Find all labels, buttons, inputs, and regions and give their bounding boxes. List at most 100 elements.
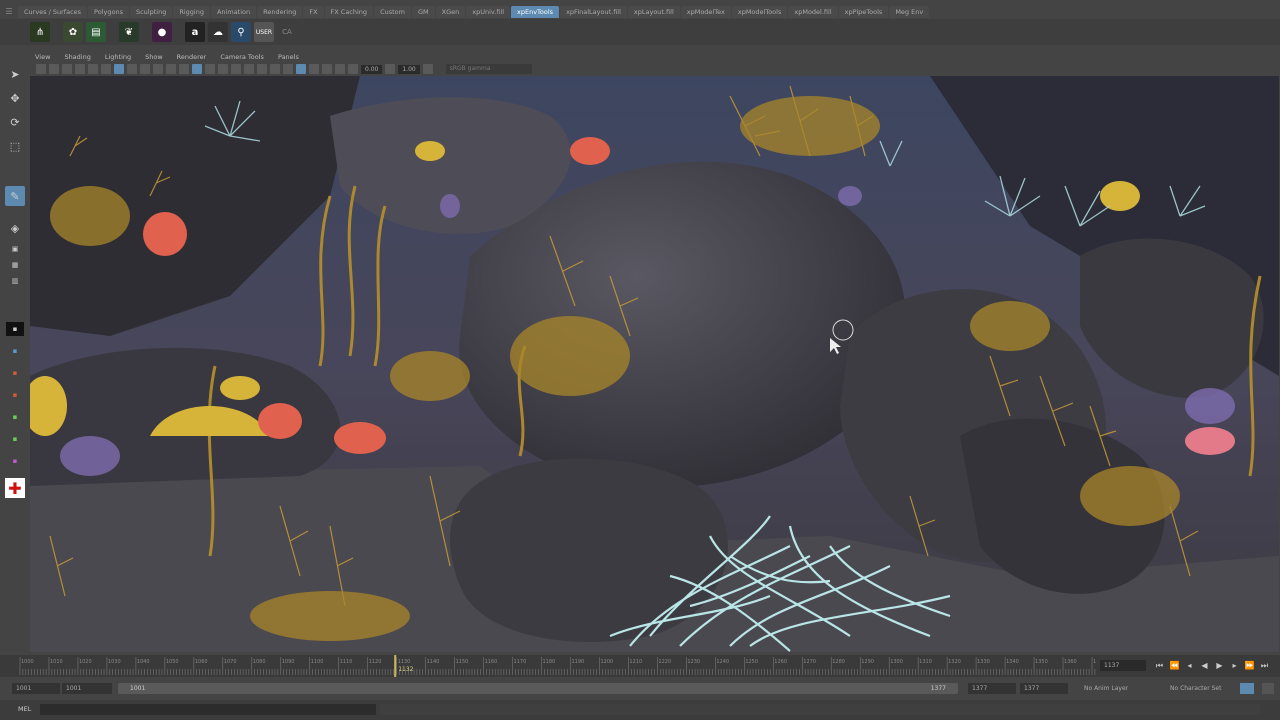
wireframe-icon[interactable] — [192, 64, 202, 74]
panel-menu-item[interactable]: Renderer — [177, 53, 207, 61]
xray-components-icon[interactable] — [335, 64, 345, 74]
last-tool-icon[interactable]: ◈ — [5, 218, 25, 238]
preview-tool-icon[interactable]: ● — [152, 22, 172, 42]
shelf-tab[interactable]: XGen — [435, 6, 466, 18]
default-material-icon[interactable] — [218, 64, 228, 74]
shelf-tab[interactable]: Curves / Surfaces — [18, 6, 88, 18]
2d-pan-zoom-icon[interactable] — [88, 64, 98, 74]
search-icon[interactable]: ⚲ — [231, 22, 251, 42]
lights-icon[interactable] — [244, 64, 254, 74]
resolution-gate-icon[interactable] — [140, 64, 150, 74]
layout-preset-5-icon[interactable]: ▪ — [6, 410, 24, 424]
command-language-label[interactable]: MEL — [18, 705, 31, 713]
auto-key-icon[interactable] — [1240, 683, 1254, 694]
grid-icon[interactable] — [114, 64, 124, 74]
panel-menu-item[interactable]: Lighting — [105, 53, 131, 61]
step-back-frame-icon[interactable]: ◂ — [1184, 660, 1195, 671]
image-plane-icon[interactable] — [75, 64, 85, 74]
bookmark-icon[interactable] — [62, 64, 72, 74]
gamma-icon[interactable] — [385, 64, 396, 74]
current-frame-field[interactable]: 1137 — [1100, 659, 1146, 671]
shelf-tab[interactable]: Rendering — [257, 6, 303, 18]
time-ruler[interactable]: 1000 1010 1020 1030 1040 1050 1060 1070 1080 1090… — [16, 655, 1096, 677]
layout-preset-2-icon[interactable]: ▪ — [6, 344, 24, 358]
time-slider[interactable]: 1000 1010 1020 1030 1040 1050 1060 1070 1080 1090… — [0, 655, 1280, 677]
grease-pencil-icon[interactable] — [101, 64, 111, 74]
shelf-tab[interactable]: FX Caching — [324, 6, 374, 18]
camera-select-icon[interactable] — [36, 64, 46, 74]
ca-tool-icon[interactable]: CA — [277, 22, 297, 42]
shelf-tab[interactable]: GM — [411, 6, 435, 18]
select-tool-icon[interactable]: ➤ — [5, 64, 25, 84]
shelf-tab[interactable]: xpPipeTools — [838, 6, 889, 18]
exposure-icon[interactable] — [348, 64, 358, 74]
field-chart-icon[interactable] — [166, 64, 176, 74]
shelf-menu-icon[interactable]: ☰ — [0, 6, 18, 18]
panel-menu-item[interactable]: Shading — [64, 53, 90, 61]
go-to-end-icon[interactable]: ⏭ — [1259, 660, 1270, 671]
step-back-key-icon[interactable]: ⏪ — [1169, 660, 1180, 671]
film-gate-icon[interactable] — [127, 64, 137, 74]
shelf-tab[interactable]: Rigging — [173, 6, 210, 18]
go-to-start-icon[interactable]: ⏮ — [1154, 660, 1165, 671]
layout-preset-4-icon[interactable]: ▪ — [6, 388, 24, 402]
layout-preset-1-icon[interactable]: ▪ — [6, 322, 24, 336]
layout-preset-3-icon[interactable]: ▪ — [6, 366, 24, 380]
3d-viewport[interactable] — [30, 76, 1279, 652]
preferences-icon[interactable] — [1262, 683, 1274, 694]
exposure-field[interactable]: 0.00 — [361, 64, 383, 74]
shelf-tab[interactable]: FX — [303, 6, 324, 18]
grass-tool-icon[interactable]: ⋔ — [30, 22, 50, 42]
layout-preset-7-icon[interactable]: ▪ — [6, 454, 24, 468]
shelf-tab[interactable]: Animation — [210, 6, 257, 18]
camera-attributes-icon[interactable] — [49, 64, 59, 74]
color-management-icon[interactable] — [422, 64, 433, 74]
shelf-tab[interactable]: xpModelTools — [731, 6, 788, 18]
isolate-select-icon[interactable] — [296, 64, 306, 74]
layout-single-icon[interactable]: ▣ — [6, 242, 24, 256]
layout-preset-6-icon[interactable]: ▪ — [6, 432, 24, 446]
layout-two-icon[interactable]: ▥ — [6, 274, 24, 288]
panel-menu-item[interactable]: Camera Tools — [220, 53, 264, 61]
shelf-tab[interactable]: Custom — [374, 6, 411, 18]
layout-four-icon[interactable]: ▦ — [6, 258, 24, 272]
xray-joints-icon[interactable] — [322, 64, 332, 74]
start-time-field[interactable]: 1001 — [12, 683, 60, 694]
gamma-field[interactable]: 1.00 — [398, 64, 420, 74]
playback-start-field[interactable]: 1001 — [62, 683, 112, 694]
step-forward-key-icon[interactable]: ⏩ — [1244, 660, 1255, 671]
current-time-marker[interactable] — [394, 655, 397, 677]
shelf-tab[interactable]: Polygons — [88, 6, 129, 18]
play-forwards-icon[interactable]: ▶ — [1214, 660, 1225, 671]
paint-brush-tool-icon[interactable]: ✎ — [5, 186, 25, 206]
shelf-tab[interactable]: xpUniv.fill — [466, 6, 511, 18]
textured-icon[interactable] — [231, 64, 241, 74]
plant-tool-icon[interactable]: ❦ — [119, 22, 139, 42]
playback-end-field[interactable]: 1377 — [968, 683, 1016, 694]
smooth-shade-icon[interactable] — [205, 64, 215, 74]
amazon-tool-icon[interactable]: a — [185, 22, 205, 42]
panel-menu-item[interactable]: Show — [145, 53, 163, 61]
scatter-tool-icon[interactable]: ✿ — [63, 22, 83, 42]
shelf-tab[interactable]: xpLayout.fill — [627, 6, 680, 18]
command-input[interactable] — [40, 704, 376, 715]
step-forward-frame-icon[interactable]: ▸ — [1229, 660, 1240, 671]
shelf-tab[interactable]: xpFinalLayout.fill — [560, 6, 627, 18]
view-transform-dropdown[interactable]: sRGB gamma — [445, 64, 532, 74]
shadows-icon[interactable] — [257, 64, 267, 74]
range-slider[interactable]: 1001 1377 — [118, 683, 958, 694]
shelf-tab[interactable]: Sculpting — [129, 6, 173, 18]
user-tools-icon[interactable]: USER — [254, 22, 274, 42]
play-backwards-icon[interactable]: ◀ — [1199, 660, 1210, 671]
move-tool-icon[interactable]: ✥ — [5, 88, 25, 108]
gate-mask-icon[interactable] — [153, 64, 163, 74]
panel-menu-item[interactable]: Panels — [278, 53, 299, 61]
shelf-tab[interactable]: Meg Env — [889, 6, 930, 18]
shelf-tab[interactable]: xpEnvTools — [511, 6, 560, 18]
motion-blur-icon[interactable] — [283, 64, 293, 74]
shelf-tab[interactable]: xpModel.fill — [788, 6, 838, 18]
rotate-tool-icon[interactable]: ⟳ — [5, 112, 25, 132]
anim-layer-menu[interactable]: No Anim Layer — [1084, 683, 1128, 694]
sheet-tool-icon[interactable]: ▤ — [86, 22, 106, 42]
first-aid-icon[interactable]: ✚ — [5, 478, 25, 498]
